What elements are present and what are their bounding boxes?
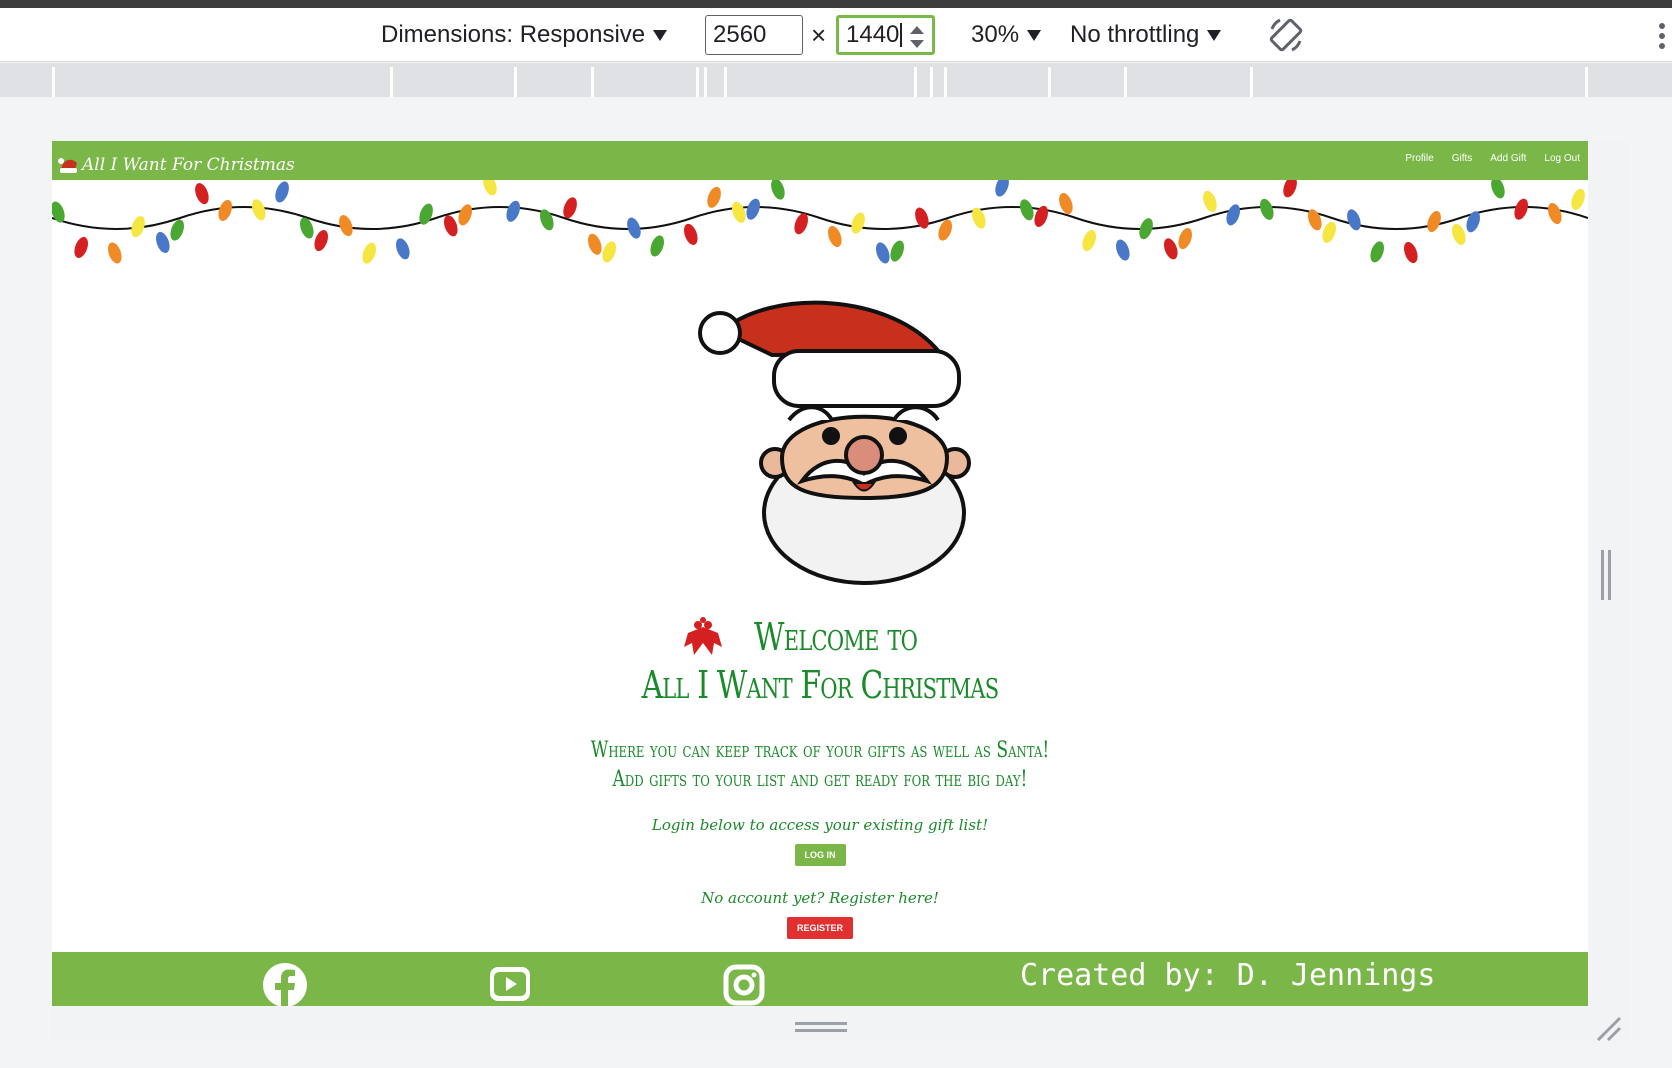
light-bulb	[1164, 238, 1178, 260]
light-bulb	[1571, 188, 1585, 210]
height-value: 1440	[846, 21, 900, 48]
light-bulb	[732, 201, 746, 223]
hat-icon	[58, 158, 77, 173]
light-bulb	[52, 201, 65, 223]
nav-link-add-gift[interactable]: Add Gift	[1490, 153, 1526, 164]
browser-top-edge	[0, 0, 1672, 8]
chevron-down-icon	[653, 29, 668, 41]
light-bulb	[890, 240, 904, 262]
width-input[interactable]: 2560	[705, 15, 803, 55]
light-bulb	[1226, 204, 1240, 226]
light-bulb	[684, 223, 698, 245]
light-bulb	[876, 242, 890, 264]
light-bulb	[1322, 221, 1336, 243]
light-bulb	[1514, 198, 1528, 220]
welcome-line-2: All I Want For Christmas	[641, 663, 1000, 707]
tagline-line-1: Where you can keep track of your gifts a…	[590, 738, 1050, 763]
light-bulb	[195, 183, 209, 205]
light-bulb	[483, 180, 497, 196]
youtube-icon[interactable]	[489, 964, 531, 1004]
tagline-line-2: Add gifts to your list and get ready for…	[612, 767, 1028, 792]
welcome-line-1: Welcome to	[754, 615, 918, 659]
login-button[interactable]: LOG IN	[794, 844, 846, 866]
light-bulb	[650, 235, 664, 257]
light-bulb	[1452, 223, 1466, 245]
light-bulb	[588, 233, 602, 255]
zoom-dropdown[interactable]: 30%	[971, 18, 1042, 52]
more-icon[interactable]	[1657, 21, 1667, 51]
light-bulb	[458, 204, 472, 226]
site-navbar: All I Want For Christmas Profile Gifts A…	[52, 141, 1588, 180]
light-bulb	[1347, 209, 1361, 231]
light-bulb	[828, 225, 842, 248]
nav-links: Profile Gifts Add Gift Log Out	[1405, 153, 1580, 164]
light-bulb	[1427, 210, 1441, 233]
nav-link-gifts[interactable]: Gifts	[1452, 153, 1473, 164]
light-bulb	[1548, 202, 1562, 225]
site-footer: Created by: D. Jennings	[52, 952, 1588, 1006]
rotate-icon[interactable]	[1266, 15, 1306, 55]
times-sign: ×	[811, 19, 827, 50]
light-bulb	[851, 212, 865, 234]
page-viewport: All I Want For Christmas Profile Gifts A…	[52, 141, 1588, 1006]
light-bulb	[1370, 241, 1384, 263]
throttling-label: No throttling	[1070, 21, 1200, 48]
zoom-label: 30%	[971, 21, 1020, 48]
light-bulb	[444, 215, 458, 237]
light-bulb	[362, 242, 376, 264]
light-bulb	[108, 242, 122, 264]
light-bulb	[218, 199, 232, 221]
light-bulb	[771, 180, 785, 200]
light-bulb	[995, 180, 1009, 197]
light-bulb	[1283, 180, 1297, 198]
light-bulb	[314, 230, 328, 252]
login-prompt: Login below to access your existing gift…	[651, 816, 989, 834]
light-bulb	[1404, 241, 1418, 264]
resize-corner-icon[interactable]	[1594, 1014, 1622, 1042]
welcome-heading: Welcome to All I Want For Christmas	[221, 613, 1419, 709]
credit-text: Created by: D. Jennings	[1020, 958, 1436, 993]
resize-handle-bottom[interactable]	[795, 1022, 847, 1034]
dimensions-label: Dimensions: Responsive	[381, 21, 646, 48]
instagram-icon[interactable]	[723, 964, 765, 1006]
light-bulb	[1260, 198, 1274, 220]
light-bulb	[1491, 180, 1505, 199]
light-bulb	[1020, 199, 1034, 221]
media-query-ruler[interactable]	[0, 63, 1672, 97]
light-bulb	[1203, 190, 1217, 212]
light-bulb	[396, 238, 410, 260]
tagline: Where you can keep track of your gifts a…	[221, 736, 1419, 794]
light-bulb	[252, 199, 266, 221]
stepper-icon[interactable]	[910, 24, 924, 50]
santa-illustration	[698, 300, 971, 585]
light-bulb	[74, 236, 88, 258]
nav-link-profile[interactable]: Profile	[1405, 153, 1433, 164]
chevron-down-icon	[1027, 29, 1042, 41]
register-prompt: No account yet? Register here!	[701, 889, 939, 907]
resize-handle-right[interactable]	[1601, 550, 1613, 600]
light-bulb	[602, 241, 616, 263]
light-bulb	[707, 186, 721, 208]
register-button[interactable]: REGISTER	[786, 917, 853, 939]
christmas-lights-banner	[52, 180, 1588, 264]
light-bulb	[506, 200, 520, 222]
light-bulb	[156, 231, 170, 254]
facebook-icon[interactable]	[262, 962, 308, 1006]
brand-link[interactable]: All I Want For Christmas	[58, 145, 295, 175]
device-toolbar: Dimensions: Responsive 2560 × 1440 30% N…	[0, 8, 1672, 62]
light-bulb	[275, 181, 289, 203]
light-bulb	[1178, 228, 1192, 250]
throttling-dropdown[interactable]: No throttling	[1070, 18, 1222, 52]
text-cursor	[900, 23, 903, 47]
light-bulb	[1116, 239, 1130, 261]
chevron-down-icon	[1207, 29, 1222, 41]
dimensions-dropdown[interactable]: Dimensions: Responsive	[381, 18, 668, 52]
width-value: 2560	[713, 21, 767, 48]
light-bulb	[563, 197, 577, 219]
light-bulb	[1082, 230, 1096, 252]
nav-link-log-out[interactable]: Log Out	[1544, 153, 1580, 164]
brand-text: All I Want For Christmas	[82, 155, 295, 175]
light-bulb	[746, 198, 760, 220]
height-input[interactable]: 1440	[836, 15, 935, 55]
